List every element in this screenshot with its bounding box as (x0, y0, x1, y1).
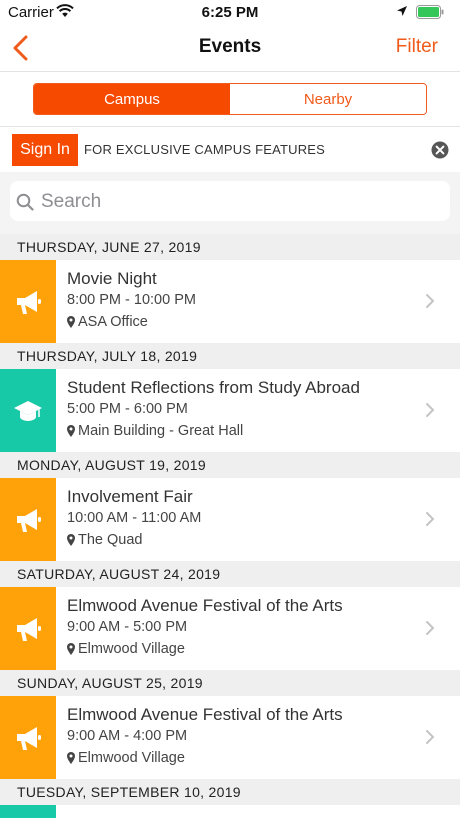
campus-nearby-segmented-control: Campus Nearby (33, 83, 427, 115)
event-time: 5:00 PM - 6:00 PM (67, 401, 188, 417)
event-row[interactable]: Elmwood Avenue Festival of the Arts 9:00… (0, 696, 460, 780)
location-pin-icon (67, 643, 75, 655)
event-row[interactable]: Involvement Fair 10:00 AM - 11:00 AM The… (0, 478, 460, 562)
event-title: Movie Night (67, 269, 157, 288)
date-header: SATURDAY, AUGUST 24, 2019 (0, 561, 460, 587)
event-color-stripe (0, 260, 56, 344)
chevron-right-icon (426, 294, 435, 308)
date-header: TUESDAY, SEPTEMBER 10, 2019 (0, 779, 460, 805)
date-header-label: MONDAY, AUGUST 19, 2019 (17, 457, 206, 473)
search-icon (16, 193, 34, 211)
date-header-label: THURSDAY, JUNE 27, 2019 (17, 239, 201, 255)
event-title: Involvement Fair (67, 487, 193, 506)
event-title: Elmwood Avenue Festival of the Arts (67, 596, 343, 615)
segment-nearby[interactable]: Nearby (230, 84, 426, 114)
event-location: Elmwood Village (78, 750, 185, 766)
chevron-right-icon (426, 730, 435, 744)
event-time: 9:00 AM - 5:00 PM (67, 619, 188, 635)
chevron-right-icon (426, 512, 435, 526)
date-header-label: SATURDAY, AUGUST 24, 2019 (17, 566, 221, 582)
event-location: Elmwood Village (78, 641, 185, 657)
megaphone-icon (17, 727, 41, 750)
event-color-stripe (0, 369, 56, 453)
event-time: 9:00 AM - 4:00 PM (67, 728, 188, 744)
filter-button[interactable]: Filter (396, 36, 438, 58)
location-arrow-icon (397, 6, 407, 16)
status-time: 6:25 PM (201, 4, 259, 21)
location-pin-icon (67, 534, 75, 546)
event-row[interactable]: Movie Night 8:00 PM - 10:00 PM ASA Offic… (0, 260, 460, 344)
search-placeholder: Search (41, 191, 102, 212)
event-location: ASA Office (78, 314, 148, 330)
event-row[interactable]: Student Reflections from Study Abroad 5:… (0, 369, 460, 453)
chevron-right-icon (426, 621, 435, 635)
date-header: MONDAY, AUGUST 19, 2019 (0, 452, 460, 478)
date-header: THURSDAY, JULY 18, 2019 (0, 343, 460, 369)
signin-banner: Sign In FOR EXCLUSIVE CAMPUS FEATURES (0, 126, 460, 172)
event-row[interactable] (0, 805, 460, 818)
signin-banner-text: FOR EXCLUSIVE CAMPUS FEATURES (84, 142, 326, 157)
event-color-stripe (0, 478, 56, 562)
event-color-stripe (0, 696, 56, 780)
location-pin-icon (67, 316, 75, 328)
segment-campus[interactable]: Campus (34, 84, 230, 114)
event-title: Student Reflections from Study Abroad (67, 378, 360, 397)
date-header-label: SUNDAY, AUGUST 25, 2019 (17, 675, 203, 691)
event-location: The Quad (78, 532, 143, 548)
chevron-right-icon (426, 403, 435, 417)
megaphone-icon (17, 618, 41, 641)
event-color-stripe (0, 587, 56, 671)
event-color-stripe (0, 805, 56, 818)
event-row[interactable]: Elmwood Avenue Festival of the Arts 9:00… (0, 587, 460, 671)
date-header-label: TUESDAY, SEPTEMBER 10, 2019 (17, 784, 241, 800)
page-title: Events (198, 36, 262, 57)
megaphone-icon (17, 509, 41, 532)
battery-icon (416, 5, 444, 19)
status-bar: Carrier 6:25 PM (0, 0, 460, 24)
event-title: Elmwood Avenue Festival of the Arts (67, 705, 343, 724)
sign-in-button[interactable]: Sign In (12, 134, 78, 166)
location-pin-icon (67, 752, 75, 764)
location-pin-icon (67, 425, 75, 437)
graduation-cap-icon (14, 401, 42, 421)
megaphone-icon (17, 291, 41, 314)
navigation-bar: Events Filter (0, 24, 460, 72)
date-header: SUNDAY, AUGUST 25, 2019 (0, 670, 460, 696)
date-header-label: THURSDAY, JULY 18, 2019 (17, 348, 198, 364)
event-time: 10:00 AM - 11:00 AM (67, 510, 202, 526)
close-icon[interactable] (431, 141, 449, 159)
event-time: 8:00 PM - 10:00 PM (67, 292, 196, 308)
event-location: Main Building - Great Hall (78, 423, 244, 439)
date-header: THURSDAY, JUNE 27, 2019 (0, 234, 460, 260)
